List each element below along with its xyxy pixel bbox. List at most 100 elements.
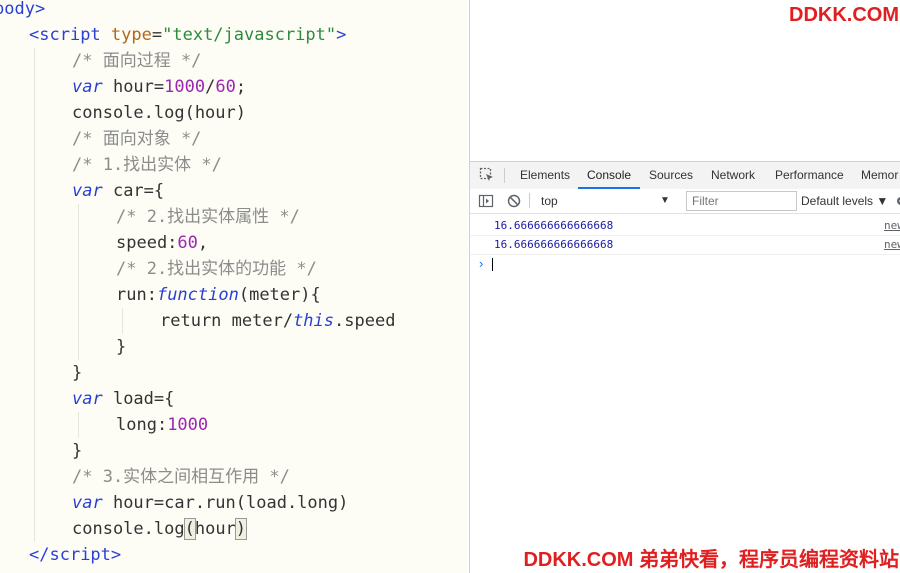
code-token: var bbox=[72, 77, 103, 97]
code-token: 1000 bbox=[164, 77, 206, 97]
code-token: / bbox=[205, 77, 216, 97]
code-line: run:function(meter){ bbox=[116, 282, 321, 308]
code-token: type bbox=[110, 25, 152, 45]
code-token: hour=car.run(load.long) bbox=[102, 493, 349, 513]
code-token: var bbox=[72, 493, 103, 513]
log-value: 16.666666666666668 bbox=[494, 219, 614, 232]
code-token: console.log bbox=[72, 519, 185, 539]
code-line: /* 面向对象 */ bbox=[72, 126, 201, 152]
devtools-panel: DDKK.COM Elements Console Sources Networ… bbox=[469, 0, 900, 573]
tab-network[interactable]: Network bbox=[711, 162, 755, 189]
inspect-element-icon[interactable] bbox=[479, 167, 495, 183]
console-log-row: 16.666666666666668 new bbox=[470, 217, 900, 236]
code-token: } bbox=[116, 337, 127, 357]
code-token: } bbox=[72, 441, 83, 461]
code-token: 60 bbox=[177, 233, 198, 253]
code-token: function bbox=[156, 285, 239, 305]
code-token: this bbox=[293, 311, 335, 331]
context-select[interactable]: top ▼ bbox=[530, 191, 672, 211]
code-token: return meter/ bbox=[160, 311, 294, 331]
settings-gear-icon[interactable] bbox=[894, 194, 900, 208]
code-token: > bbox=[336, 25, 347, 45]
code-line: } bbox=[72, 360, 82, 386]
log-source-link[interactable]: new bbox=[884, 217, 900, 235]
devtools-tabbar: Elements Console Sources Network Perform… bbox=[470, 161, 900, 190]
watermark-top: DDKK.COM bbox=[789, 4, 899, 26]
code-line: var load={ bbox=[72, 386, 174, 412]
code-line: speed:60, bbox=[116, 230, 208, 256]
tab-elements[interactable]: Elements bbox=[520, 162, 570, 189]
code-token: ( bbox=[183, 518, 196, 540]
code-line: /* 面向过程 */ bbox=[72, 48, 201, 74]
code-token: ; bbox=[235, 77, 247, 97]
code-token: car={ bbox=[102, 181, 165, 201]
text-cursor bbox=[492, 258, 493, 271]
console-prompt[interactable]: › bbox=[470, 254, 900, 274]
log-source-link[interactable]: new bbox=[884, 236, 900, 254]
code-token: run: bbox=[116, 285, 157, 305]
code-editor[interactable]: body><script type="text/javascript">/* 面… bbox=[0, 0, 468, 573]
code-token: .speed bbox=[334, 311, 396, 331]
watermark-bottom: DDKK.COM 弟弟快看，程序员编程资料站 bbox=[523, 549, 899, 571]
code-token: </ bbox=[29, 545, 50, 565]
code-token: ) bbox=[234, 518, 248, 540]
code-token: /* 2.找出实体的功能 */ bbox=[116, 259, 317, 279]
code-line: var hour=car.run(load.long) bbox=[72, 490, 348, 516]
log-levels-dropdown[interactable]: Default levels ▼ bbox=[801, 191, 888, 211]
code-token: (meter){ bbox=[238, 285, 321, 305]
tab-memory[interactable]: Memor bbox=[861, 162, 898, 189]
context-value: top bbox=[541, 194, 558, 208]
code-line: /* 2.找出实体的功能 */ bbox=[116, 256, 317, 282]
code-token: console.log(hour) bbox=[72, 103, 246, 123]
code-token: var bbox=[72, 389, 103, 409]
code-token: > bbox=[110, 545, 122, 565]
indent-guide bbox=[78, 412, 79, 438]
code-token: /* 3.实体之间相互作用 */ bbox=[72, 467, 290, 487]
code-token: script bbox=[49, 545, 111, 565]
code-token: /* 1.找出实体 */ bbox=[72, 155, 222, 175]
code-token: /* 2.找出实体属性 */ bbox=[116, 207, 300, 227]
code-line: var car={ bbox=[72, 178, 164, 204]
code-token: /* 面向对象 */ bbox=[72, 129, 202, 149]
indent-guide bbox=[122, 308, 123, 334]
chevron-down-icon: ▼ bbox=[660, 195, 670, 206]
code-line: long:1000 bbox=[116, 412, 208, 438]
clear-console-icon[interactable] bbox=[506, 193, 522, 209]
code-line: } bbox=[72, 438, 82, 464]
code-line: var hour=1000/60; bbox=[72, 74, 246, 100]
indent-guide bbox=[34, 48, 35, 542]
code-token: long: bbox=[116, 415, 168, 435]
code-token: , bbox=[197, 233, 209, 253]
code-token: script bbox=[39, 25, 101, 45]
code-token: < bbox=[29, 25, 40, 45]
code-line: /* 3.实体之间相互作用 */ bbox=[72, 464, 290, 490]
code-token: 1000 bbox=[167, 415, 209, 435]
tab-sources[interactable]: Sources bbox=[649, 162, 693, 189]
indent-guide bbox=[78, 204, 79, 360]
code-token: body> bbox=[0, 0, 46, 19]
console-toolbar: top ▼ Default levels ▼ bbox=[470, 189, 900, 214]
code-token: = bbox=[151, 25, 163, 45]
console-log-row: 16.666666666666668 new bbox=[470, 236, 900, 255]
code-line: /* 2.找出实体属性 */ bbox=[116, 204, 300, 230]
tab-performance[interactable]: Performance bbox=[775, 162, 844, 189]
code-line: console.log(hour) bbox=[72, 100, 246, 126]
code-line: body> bbox=[0, 0, 45, 22]
filter-input[interactable] bbox=[686, 191, 797, 211]
code-token: var bbox=[72, 181, 103, 201]
prompt-chevron-icon: › bbox=[479, 256, 484, 271]
code-token: speed: bbox=[116, 233, 178, 253]
code-token: "text/javascript" bbox=[162, 25, 337, 45]
code-token: load={ bbox=[102, 389, 175, 409]
sidebar-toggle-icon[interactable] bbox=[478, 193, 494, 209]
code-token: /* 面向过程 */ bbox=[72, 51, 202, 71]
code-token: hour bbox=[194, 519, 236, 539]
code-line: /* 1.找出实体 */ bbox=[72, 152, 222, 178]
code-line: return meter/this.speed bbox=[160, 308, 395, 334]
code-token: hour= bbox=[102, 77, 165, 97]
code-line: console.log(hour) bbox=[72, 516, 248, 542]
code-token: } bbox=[72, 363, 83, 383]
tab-console[interactable]: Console bbox=[578, 162, 641, 189]
code-token: 60 bbox=[215, 77, 236, 97]
